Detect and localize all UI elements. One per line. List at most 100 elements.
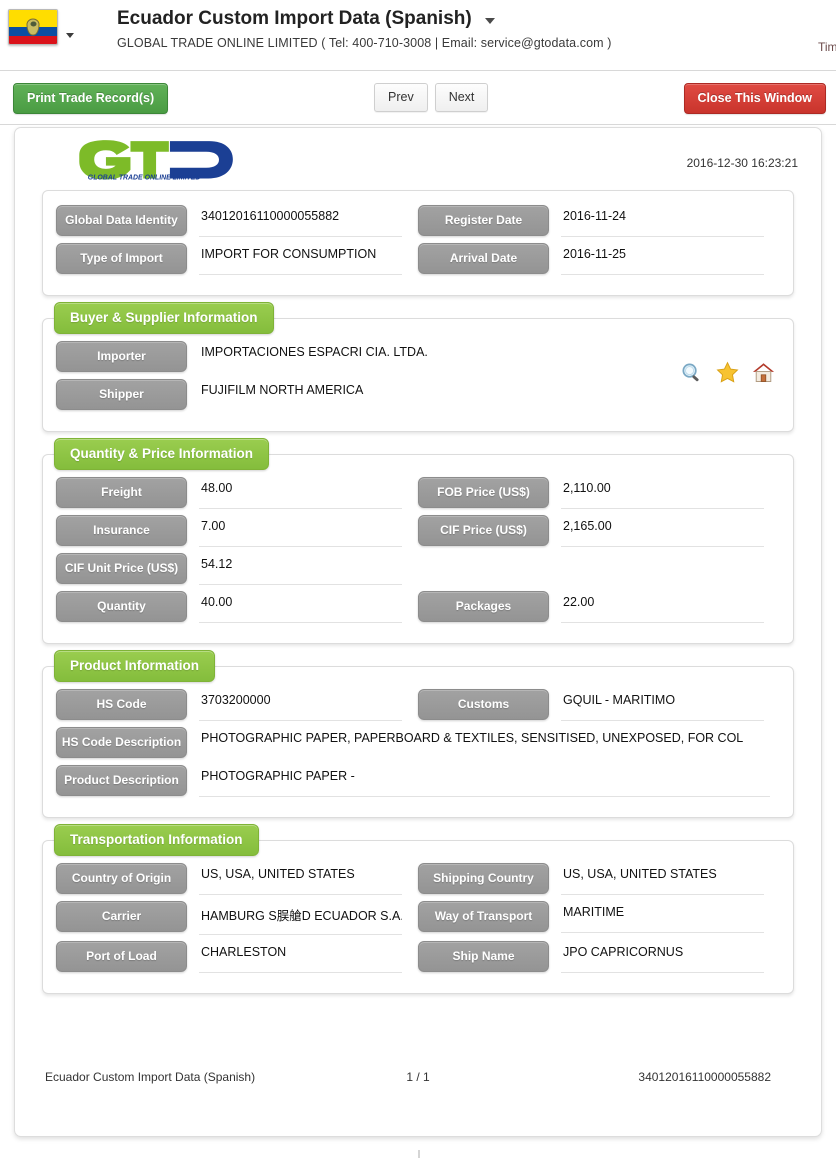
field-value: PHOTOGRAPHIC PAPER, PAPERBOARD & TEXTILE… xyxy=(201,731,744,745)
buyer-supplier-panel: Buyer & Supplier Information Importer IM… xyxy=(42,302,794,432)
field-insurance: Insurance 7.00 xyxy=(56,515,418,547)
field-label: Customs xyxy=(418,689,549,720)
table-row: Port of Load CHARLESTON Ship Name JPO CA… xyxy=(56,941,780,973)
product-panel: Product Information HS Code 3703200000 C… xyxy=(42,650,794,818)
field-label: Packages xyxy=(418,591,549,622)
field-label: Way of Transport xyxy=(418,901,549,932)
field-label: FOB Price (US$) xyxy=(418,477,549,508)
field-value: 2,165.00 xyxy=(561,515,764,547)
prev-button[interactable]: Prev xyxy=(374,83,428,112)
field-label: HS Code xyxy=(56,689,187,720)
transportation-panel: Transportation Information Country of Or… xyxy=(42,824,794,994)
field-value: FUJIFILM NORTH AMERICA xyxy=(201,383,364,397)
ecuador-flag-icon[interactable] xyxy=(8,9,58,45)
field-value: 54.12 xyxy=(199,553,402,585)
field-cif-price: CIF Price (US$) 2,165.00 xyxy=(418,515,780,547)
field-label: Insurance xyxy=(56,515,187,546)
scrollbar-mark[interactable] xyxy=(418,1150,420,1158)
country-flag-selector[interactable] xyxy=(8,7,62,47)
field-value: 2,110.00 xyxy=(561,477,764,509)
field-ship-name: Ship Name JPO CAPRICORNUS xyxy=(418,941,780,973)
field-label: Importer xyxy=(56,341,187,372)
identity-panel: Global Data Identity 3401201611000005588… xyxy=(42,190,794,296)
document-header: GLOBAL TRADE ONLINE LIMITED 2016-12-30 1… xyxy=(15,128,821,190)
field-quantity: Quantity 40.00 xyxy=(56,591,418,623)
field-label: Register Date xyxy=(418,205,549,236)
trade-record-document: GLOBAL TRADE ONLINE LIMITED 2016-12-30 1… xyxy=(14,127,822,1137)
company-subtitle: GLOBAL TRADE ONLINE LIMITED ( Tel: 400-7… xyxy=(117,36,612,50)
field-label: Product Description xyxy=(56,765,187,796)
next-button[interactable]: Next xyxy=(434,83,489,112)
flag-band-red xyxy=(9,35,57,44)
field-value: 34012016110000055882 xyxy=(199,205,402,237)
field-label: Port of Load xyxy=(56,941,187,972)
field-value: 22.00 xyxy=(561,591,764,623)
app-header: Ecuador Custom Import Data (Spanish) GLO… xyxy=(0,0,836,71)
field-label: Ship Name xyxy=(418,941,549,972)
field-value: 40.00 xyxy=(199,591,402,623)
chevron-down-icon-title[interactable] xyxy=(485,18,496,24)
panel-title-transportation: Transportation Information xyxy=(54,824,259,856)
field-value: IMPORT FOR CONSUMPTION xyxy=(199,243,402,275)
chevron-down-icon[interactable] xyxy=(66,33,74,38)
table-row: HS Code Description PHOTOGRAPHIC PAPER, … xyxy=(56,727,780,759)
panel-title-product: Product Information xyxy=(54,650,215,682)
field-label: Arrival Date xyxy=(418,243,549,274)
table-row: Carrier HAMBURG S脵艙D ECUADOR S.A. Way of… xyxy=(56,901,780,935)
field-customs: Customs GQUIL - MARITIMO xyxy=(418,689,780,721)
field-label: Global Data Identity xyxy=(56,205,187,236)
field-label: Shipping Country xyxy=(418,863,549,894)
field-value: 2016-11-25 xyxy=(561,243,764,275)
table-row: Country of Origin US, USA, UNITED STATES… xyxy=(56,863,780,895)
panel-title-quantity-price: Quantity & Price Information xyxy=(54,438,270,470)
document-timestamp: 2016-12-30 16:23:21 xyxy=(686,156,798,170)
table-row: Quantity 40.00 Packages 22.00 xyxy=(56,591,780,623)
panel-title-buyer-supplier: Buyer & Supplier Information xyxy=(54,302,274,334)
time-label: Tim xyxy=(818,40,836,54)
field-label: Quantity xyxy=(56,591,187,622)
field-cif-unit-price: CIF Unit Price (US$) 54.12 xyxy=(56,553,418,585)
field-port-of-load: Port of Load CHARLESTON xyxy=(56,941,418,973)
table-row: CIF Unit Price (US$) 54.12 xyxy=(56,553,780,585)
field-label: HS Code Description xyxy=(56,727,187,758)
field-carrier: Carrier HAMBURG S脵艙D ECUADOR S.A. xyxy=(56,901,418,935)
table-row: Insurance 7.00 CIF Price (US$) 2,165.00 xyxy=(56,515,780,547)
field-value: 48.00 xyxy=(199,477,402,509)
document-footer: Ecuador Custom Import Data (Spanish) 1 /… xyxy=(15,1070,821,1084)
field-type-of-import: Type of Import IMPORT FOR CONSUMPTION xyxy=(56,243,418,275)
table-row: Product Description PHOTOGRAPHIC PAPER - xyxy=(56,765,780,797)
field-hs-code-description: HS Code Description PHOTOGRAPHIC PAPER, … xyxy=(56,727,780,759)
quantity-price-panel: Quantity & Price Information Freight 48.… xyxy=(42,438,794,644)
field-label: Carrier xyxy=(56,901,187,932)
print-trade-records-button[interactable]: Print Trade Record(s) xyxy=(13,83,169,114)
field-freight: Freight 48.00 xyxy=(56,477,418,509)
field-hs-code: HS Code 3703200000 xyxy=(56,689,418,721)
field-label: Country of Origin xyxy=(56,863,187,894)
field-value: JPO CAPRICORNUS xyxy=(561,941,764,973)
logo-tagline: GLOBAL TRADE ONLINE LIMITED xyxy=(88,175,201,181)
field-country-of-origin: Country of Origin US, USA, UNITED STATES xyxy=(56,863,418,895)
field-shipper: Shipper FUJIFILM NORTH AMERICA xyxy=(56,379,780,411)
field-product-description: Product Description PHOTOGRAPHIC PAPER - xyxy=(56,765,780,797)
field-value: CHARLESTON xyxy=(199,941,402,973)
page-title: Ecuador Custom Import Data (Spanish) xyxy=(117,8,472,29)
table-row: Shipper FUJIFILM NORTH AMERICA xyxy=(56,379,780,411)
field-shipping-country: Shipping Country US, USA, UNITED STATES xyxy=(418,863,780,895)
table-row: Importer IMPORTACIONES ESPACRI CIA. LTDA… xyxy=(56,341,780,373)
field-value: IMPORTACIONES ESPACRI CIA. LTDA. xyxy=(201,345,428,359)
field-fob-price: FOB Price (US$) 2,110.00 xyxy=(418,477,780,509)
table-row: HS Code 3703200000 Customs GQUIL - MARIT… xyxy=(56,689,780,721)
field-value: 2016-11-24 xyxy=(561,205,764,237)
field-value: HAMBURG S脵艙D ECUADOR S.A. xyxy=(199,901,402,935)
field-value: 7.00 xyxy=(199,515,402,547)
field-value: 3703200000 xyxy=(199,689,402,721)
toolbar: Print Trade Record(s) Prev Next Close Th… xyxy=(0,71,836,125)
title-block: Ecuador Custom Import Data (Spanish) GLO… xyxy=(117,8,612,50)
field-label: CIF Unit Price (US$) xyxy=(56,553,187,584)
field-value: US, USA, UNITED STATES xyxy=(561,863,764,895)
close-window-button[interactable]: Close This Window xyxy=(683,83,826,114)
field-value: US, USA, UNITED STATES xyxy=(199,863,402,895)
pagination-controls: Prev Next xyxy=(374,83,489,112)
field-value: GQUIL - MARITIMO xyxy=(561,689,764,721)
footer-record-id: 34012016110000055882 xyxy=(638,1070,771,1084)
